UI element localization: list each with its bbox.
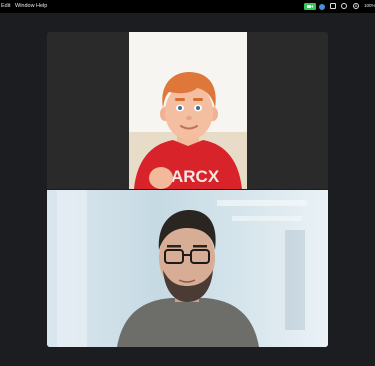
screen-share-icon[interactable] (330, 3, 336, 9)
menu-edit[interactable]: Edit (1, 3, 10, 9)
menu-window[interactable]: Window (15, 3, 35, 9)
participant-tile-camera[interactable] (47, 190, 328, 347)
avatar-video-feed: MARCX (129, 32, 247, 189)
participant-tile-avatar[interactable]: MARCX (47, 32, 328, 189)
chat-icon[interactable] (341, 3, 347, 9)
zoom-status-icon[interactable] (319, 3, 325, 10)
menu-bar: Edit Window Help A 100% (0, 0, 375, 13)
accessibility-icon[interactable]: A (353, 3, 359, 9)
camera-on-icon[interactable] (304, 3, 316, 10)
battery-percentage: 100% (364, 3, 375, 9)
memoji-avatar: MARCX (129, 32, 247, 189)
camera-video-feed (47, 190, 328, 347)
menu-help[interactable]: Help (36, 3, 47, 9)
